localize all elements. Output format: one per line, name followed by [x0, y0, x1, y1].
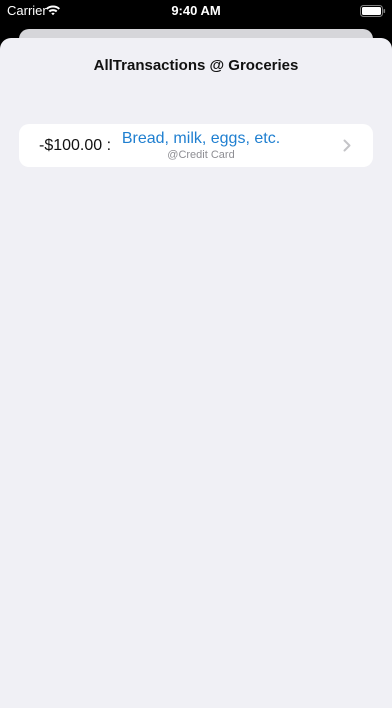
transaction-row[interactable]: -$100.00 : Bread, milk, eggs, etc. @Cred…	[19, 124, 373, 167]
chevron-right-icon	[343, 139, 351, 152]
sheet-title: AllTransactions @ Groceries	[93, 57, 299, 74]
transaction-account: @Credit Card	[167, 149, 235, 161]
status-bar: Carrier 9:40 AM	[0, 0, 392, 22]
status-time: 9:40 AM	[171, 3, 221, 18]
transaction-amount: -$100.00 :	[39, 137, 112, 154]
transactions-sheet: AllTransactions @ Groceries -$100.00 : B…	[0, 38, 392, 708]
battery-icon	[360, 5, 386, 17]
transaction-description: Bread, milk, eggs, etc.	[121, 130, 281, 147]
